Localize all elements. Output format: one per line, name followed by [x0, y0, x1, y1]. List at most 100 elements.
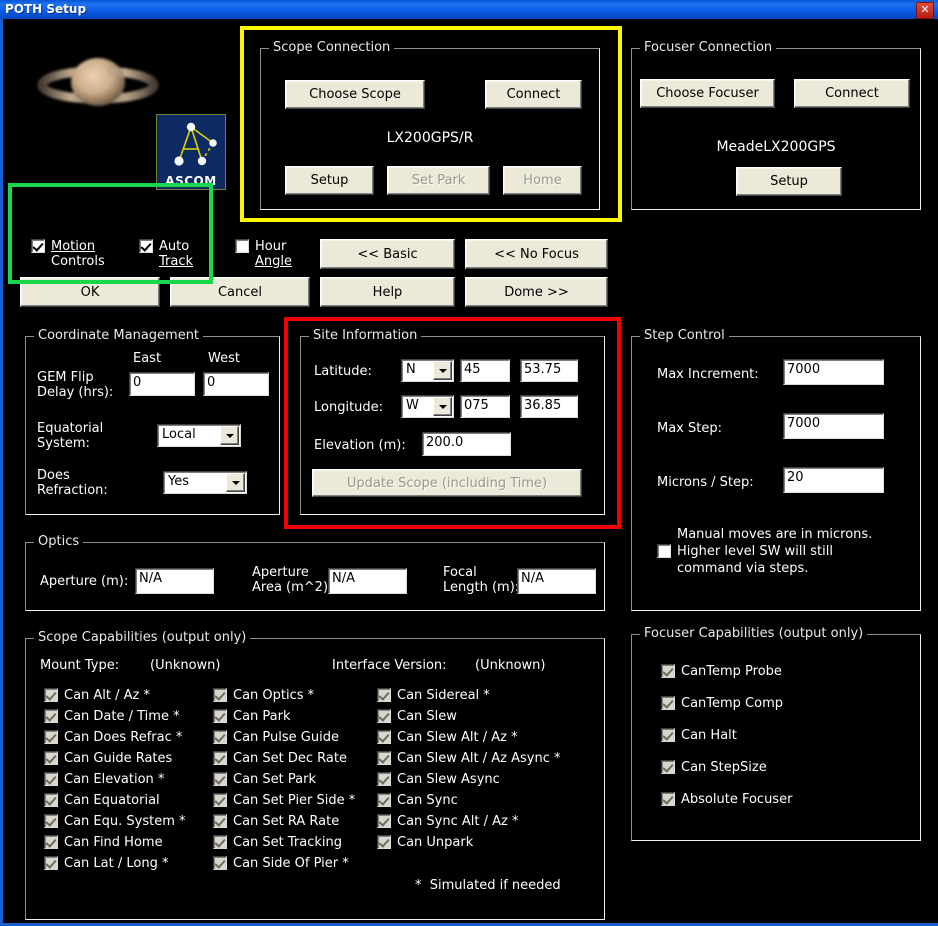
motion-controls-checkbox[interactable]: Motion Controls — [31, 239, 105, 269]
choose-focuser-button[interactable]: Choose Focuser — [640, 79, 775, 108]
capability-checkbox-box[interactable] — [213, 709, 227, 723]
capability-item[interactable]: Can Slew Alt / Az Async * — [377, 751, 561, 766]
capability-item[interactable]: CanTemp Probe — [661, 664, 782, 679]
capability-checkbox-box[interactable] — [377, 688, 391, 702]
capability-item[interactable]: Can Lat / Long * — [44, 856, 168, 871]
capability-item[interactable]: Absolute Focuser — [661, 792, 792, 807]
choose-scope-button[interactable]: Choose Scope — [285, 80, 425, 109]
capability-item[interactable]: Can Unpark — [377, 835, 473, 850]
capability-item[interactable]: Can Alt / Az * — [44, 688, 150, 703]
capability-item[interactable]: Can Slew Async — [377, 772, 500, 787]
chevron-down-icon[interactable] — [226, 473, 245, 492]
capability-checkbox-box[interactable] — [213, 835, 227, 849]
capability-checkbox-box[interactable] — [44, 814, 58, 828]
capability-item[interactable]: Can Set RA Rate — [213, 814, 339, 829]
capability-item[interactable]: Can Slew — [377, 709, 457, 724]
capability-item[interactable]: Can Equ. System * — [44, 814, 186, 829]
capability-item[interactable]: Can Set Tracking — [213, 835, 342, 850]
basic-button[interactable]: << Basic — [320, 239, 455, 269]
capability-checkbox-box[interactable] — [44, 793, 58, 807]
capability-item[interactable]: Can Date / Time * — [44, 709, 180, 724]
aperture-area-input[interactable]: N/A — [328, 568, 407, 594]
capability-item[interactable]: Can Elevation * — [44, 772, 164, 787]
help-button[interactable]: Help — [320, 277, 455, 307]
capability-checkbox-box[interactable] — [661, 664, 675, 678]
manual-moves-microns-checkbox[interactable]: Manual moves are in microns. Higher level… — [657, 526, 872, 577]
chevron-down-icon[interactable] — [433, 361, 452, 380]
capability-checkbox-box[interactable] — [213, 856, 227, 870]
capability-item[interactable]: Can Halt — [661, 728, 737, 743]
aperture-input[interactable]: N/A — [135, 568, 214, 594]
capability-checkbox-box[interactable] — [213, 793, 227, 807]
capability-checkbox-box[interactable] — [661, 696, 675, 710]
capability-checkbox-box[interactable] — [44, 709, 58, 723]
capability-item[interactable]: Can Sync Alt / Az * — [377, 814, 518, 829]
latitude-degrees-input[interactable]: 45 — [460, 359, 510, 382]
auto-track-checkbox[interactable]: Auto Track — [139, 239, 193, 269]
gem-flip-west-input[interactable]: 0 — [203, 372, 269, 396]
latitude-minutes-input[interactable]: 53.75 — [520, 359, 578, 382]
capability-item[interactable]: Can Does Refrac * — [44, 730, 182, 745]
close-icon[interactable]: ✕ — [916, 2, 934, 19]
equatorial-system-select[interactable]: Local — [157, 424, 241, 447]
capability-checkbox-box[interactable] — [44, 856, 58, 870]
capability-checkbox-box[interactable] — [213, 751, 227, 765]
does-refraction-select[interactable]: Yes — [163, 471, 247, 494]
longitude-minutes-input[interactable]: 36.85 — [520, 395, 578, 418]
capability-checkbox-box[interactable] — [213, 772, 227, 786]
hour-angle-checkbox[interactable]: Hour Angle — [235, 239, 292, 269]
capability-item[interactable]: Can Set Park — [213, 772, 316, 787]
set-park-button[interactable]: Set Park — [387, 166, 490, 195]
capability-item[interactable]: Can Guide Rates — [44, 751, 172, 766]
capability-item[interactable]: Can Slew Alt / Az * — [377, 730, 518, 745]
capability-checkbox-box[interactable] — [377, 772, 391, 786]
capability-item[interactable]: Can Set Dec Rate — [213, 751, 347, 766]
gem-flip-east-input[interactable]: 0 — [129, 372, 195, 396]
dome-button[interactable]: Dome >> — [465, 277, 608, 307]
capability-item[interactable]: Can Park — [213, 709, 291, 724]
microns-per-step-input[interactable]: 20 — [783, 467, 884, 493]
max-step-input[interactable]: 7000 — [783, 413, 884, 439]
capability-checkbox-box[interactable] — [377, 793, 391, 807]
scope-home-button[interactable]: Home — [503, 166, 582, 195]
capability-checkbox-box[interactable] — [661, 792, 675, 806]
capability-checkbox-box[interactable] — [44, 730, 58, 744]
capability-item[interactable]: Can Equatorial — [44, 793, 160, 808]
hour-angle-checkbox-box[interactable] — [235, 239, 249, 253]
capability-checkbox-box[interactable] — [661, 728, 675, 742]
capability-checkbox-box[interactable] — [44, 751, 58, 765]
capability-item[interactable]: Can Set Pier Side * — [213, 793, 355, 808]
capability-checkbox-box[interactable] — [661, 760, 675, 774]
auto-track-checkbox-box[interactable] — [139, 239, 153, 253]
capability-item[interactable]: Can Sync — [377, 793, 458, 808]
longitude-degrees-input[interactable]: 075 — [460, 395, 510, 418]
capability-checkbox-box[interactable] — [377, 835, 391, 849]
capability-item[interactable]: Can Sidereal * — [377, 688, 490, 703]
elevation-input[interactable]: 200.0 — [422, 432, 511, 456]
capability-checkbox-box[interactable] — [213, 814, 227, 828]
capability-item[interactable]: Can Optics * — [213, 688, 314, 703]
capability-item[interactable]: Can StepSize — [661, 760, 767, 775]
capability-checkbox-box[interactable] — [377, 751, 391, 765]
focuser-setup-button[interactable]: Setup — [736, 167, 842, 196]
max-increment-input[interactable]: 7000 — [783, 359, 884, 385]
capability-checkbox-box[interactable] — [44, 772, 58, 786]
capability-checkbox-box[interactable] — [377, 814, 391, 828]
capability-checkbox-box[interactable] — [213, 730, 227, 744]
focuser-connect-button[interactable]: Connect — [794, 79, 910, 108]
ok-button[interactable]: OK — [20, 277, 160, 307]
no-focus-button[interactable]: << No Focus — [465, 239, 608, 269]
chevron-down-icon[interactable] — [433, 397, 452, 416]
scope-connect-button[interactable]: Connect — [485, 80, 582, 109]
cancel-button[interactable]: Cancel — [170, 277, 310, 307]
scope-setup-button[interactable]: Setup — [285, 166, 374, 195]
capability-checkbox-box[interactable] — [213, 688, 227, 702]
capability-checkbox-box[interactable] — [44, 835, 58, 849]
capability-item[interactable]: Can Find Home — [44, 835, 163, 850]
capability-item[interactable]: Can Pulse Guide — [213, 730, 339, 745]
capability-item[interactable]: CanTemp Comp — [661, 696, 783, 711]
focal-length-input[interactable]: N/A — [517, 568, 596, 594]
longitude-hemisphere-select[interactable]: W — [401, 395, 454, 418]
update-scope-button[interactable]: Update Scope (including Time) — [312, 469, 582, 497]
capability-checkbox-box[interactable] — [377, 709, 391, 723]
